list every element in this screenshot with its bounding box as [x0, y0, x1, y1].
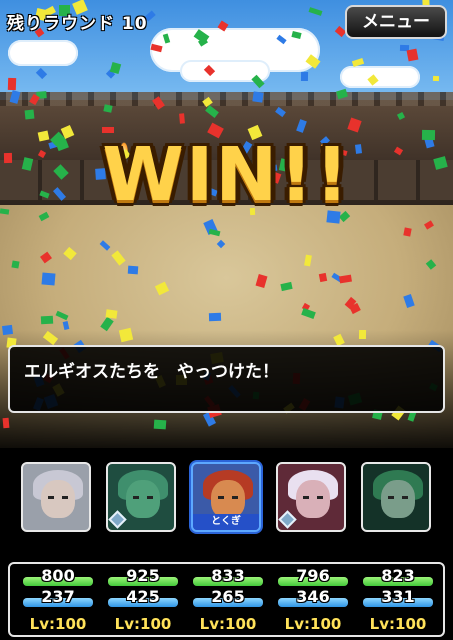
remaining-rounds: 残りラウンド 10 [7, 14, 148, 34]
eye [388, 496, 394, 499]
party-status-panel: 800 237 Lv:100 925 425 Lv:100 833 265 Lv:100 796 3… [8, 562, 445, 637]
message-text: エルギオスたちを やっつけた！ [24, 362, 279, 382]
mp-value: 237 [41, 587, 75, 606]
status-member-3: 833 265 Lv:100 [188, 564, 268, 639]
mp-value: 346 [296, 587, 330, 606]
confetti-piece [318, 272, 328, 283]
status-member-5: 823 331 Lv:100 [358, 564, 438, 639]
eye [147, 496, 153, 499]
portrait-member-2[interactable] [106, 462, 176, 532]
confetti-piece [7, 77, 17, 91]
level-value: Lv:100 [369, 615, 427, 633]
portrait-face [296, 480, 330, 518]
confetti-piece [105, 309, 118, 319]
hp-value: 796 [296, 566, 330, 585]
confetti-piece [40, 315, 54, 325]
message-box: エルギオスたちを やっつけた！ [8, 345, 445, 413]
eye [402, 496, 408, 499]
status-member-1: 800 237 Lv:100 [18, 564, 98, 639]
confetti-piece [358, 329, 367, 340]
confetti-piece [403, 227, 412, 237]
level-value: Lv:100 [114, 615, 172, 633]
cloud [8, 40, 78, 66]
mp-value: 331 [381, 587, 415, 606]
confetti-piece [432, 75, 440, 82]
arena-railing [0, 92, 453, 106]
gem-icon [278, 510, 297, 529]
confetti-piece [208, 312, 222, 322]
skill-badge: とくぎ [193, 514, 259, 530]
confetti-piece [300, 71, 309, 82]
cloud [340, 66, 420, 88]
confetti-piece [1, 324, 14, 336]
status-member-4: 796 346 Lv:100 [273, 564, 353, 639]
eye [62, 496, 68, 499]
confetti-piece [24, 109, 35, 120]
confetti-piece [179, 113, 185, 124]
eye [303, 496, 309, 499]
hp-value: 925 [126, 566, 160, 585]
hp-value: 800 [41, 566, 75, 585]
level-value: Lv:100 [284, 615, 342, 633]
eye [48, 496, 54, 499]
portrait-member-3[interactable]: とくぎ [191, 462, 261, 532]
level-value: Lv:100 [199, 615, 257, 633]
win-banner: WIN!! [102, 132, 351, 218]
eye [317, 496, 323, 499]
portrait-face [381, 480, 415, 518]
eye [218, 496, 224, 499]
confetti-piece [41, 272, 56, 286]
portrait-member-1[interactable] [21, 462, 91, 532]
hp-value: 833 [211, 566, 245, 585]
portrait-face [211, 480, 245, 518]
confetti-piece [252, 91, 264, 103]
confetti-piece [406, 48, 419, 62]
portrait-member-4[interactable] [276, 462, 346, 532]
mp-value: 425 [126, 587, 160, 606]
eye [232, 496, 238, 499]
gem-icon [108, 510, 127, 529]
level-value: Lv:100 [29, 615, 87, 633]
portrait-face [126, 480, 160, 518]
mp-value: 265 [211, 587, 245, 606]
portrait-member-5[interactable] [361, 462, 431, 532]
status-member-2: 925 425 Lv:100 [103, 564, 183, 639]
confetti-piece [127, 265, 139, 275]
portrait-face [41, 480, 75, 518]
confetti-piece [153, 419, 167, 430]
eye [133, 496, 139, 499]
hp-value: 823 [381, 566, 415, 585]
menu-button[interactable]: メニュー [345, 5, 447, 39]
confetti-piece [2, 417, 10, 429]
confetti-piece [103, 104, 113, 113]
confetti-piece [11, 260, 20, 269]
